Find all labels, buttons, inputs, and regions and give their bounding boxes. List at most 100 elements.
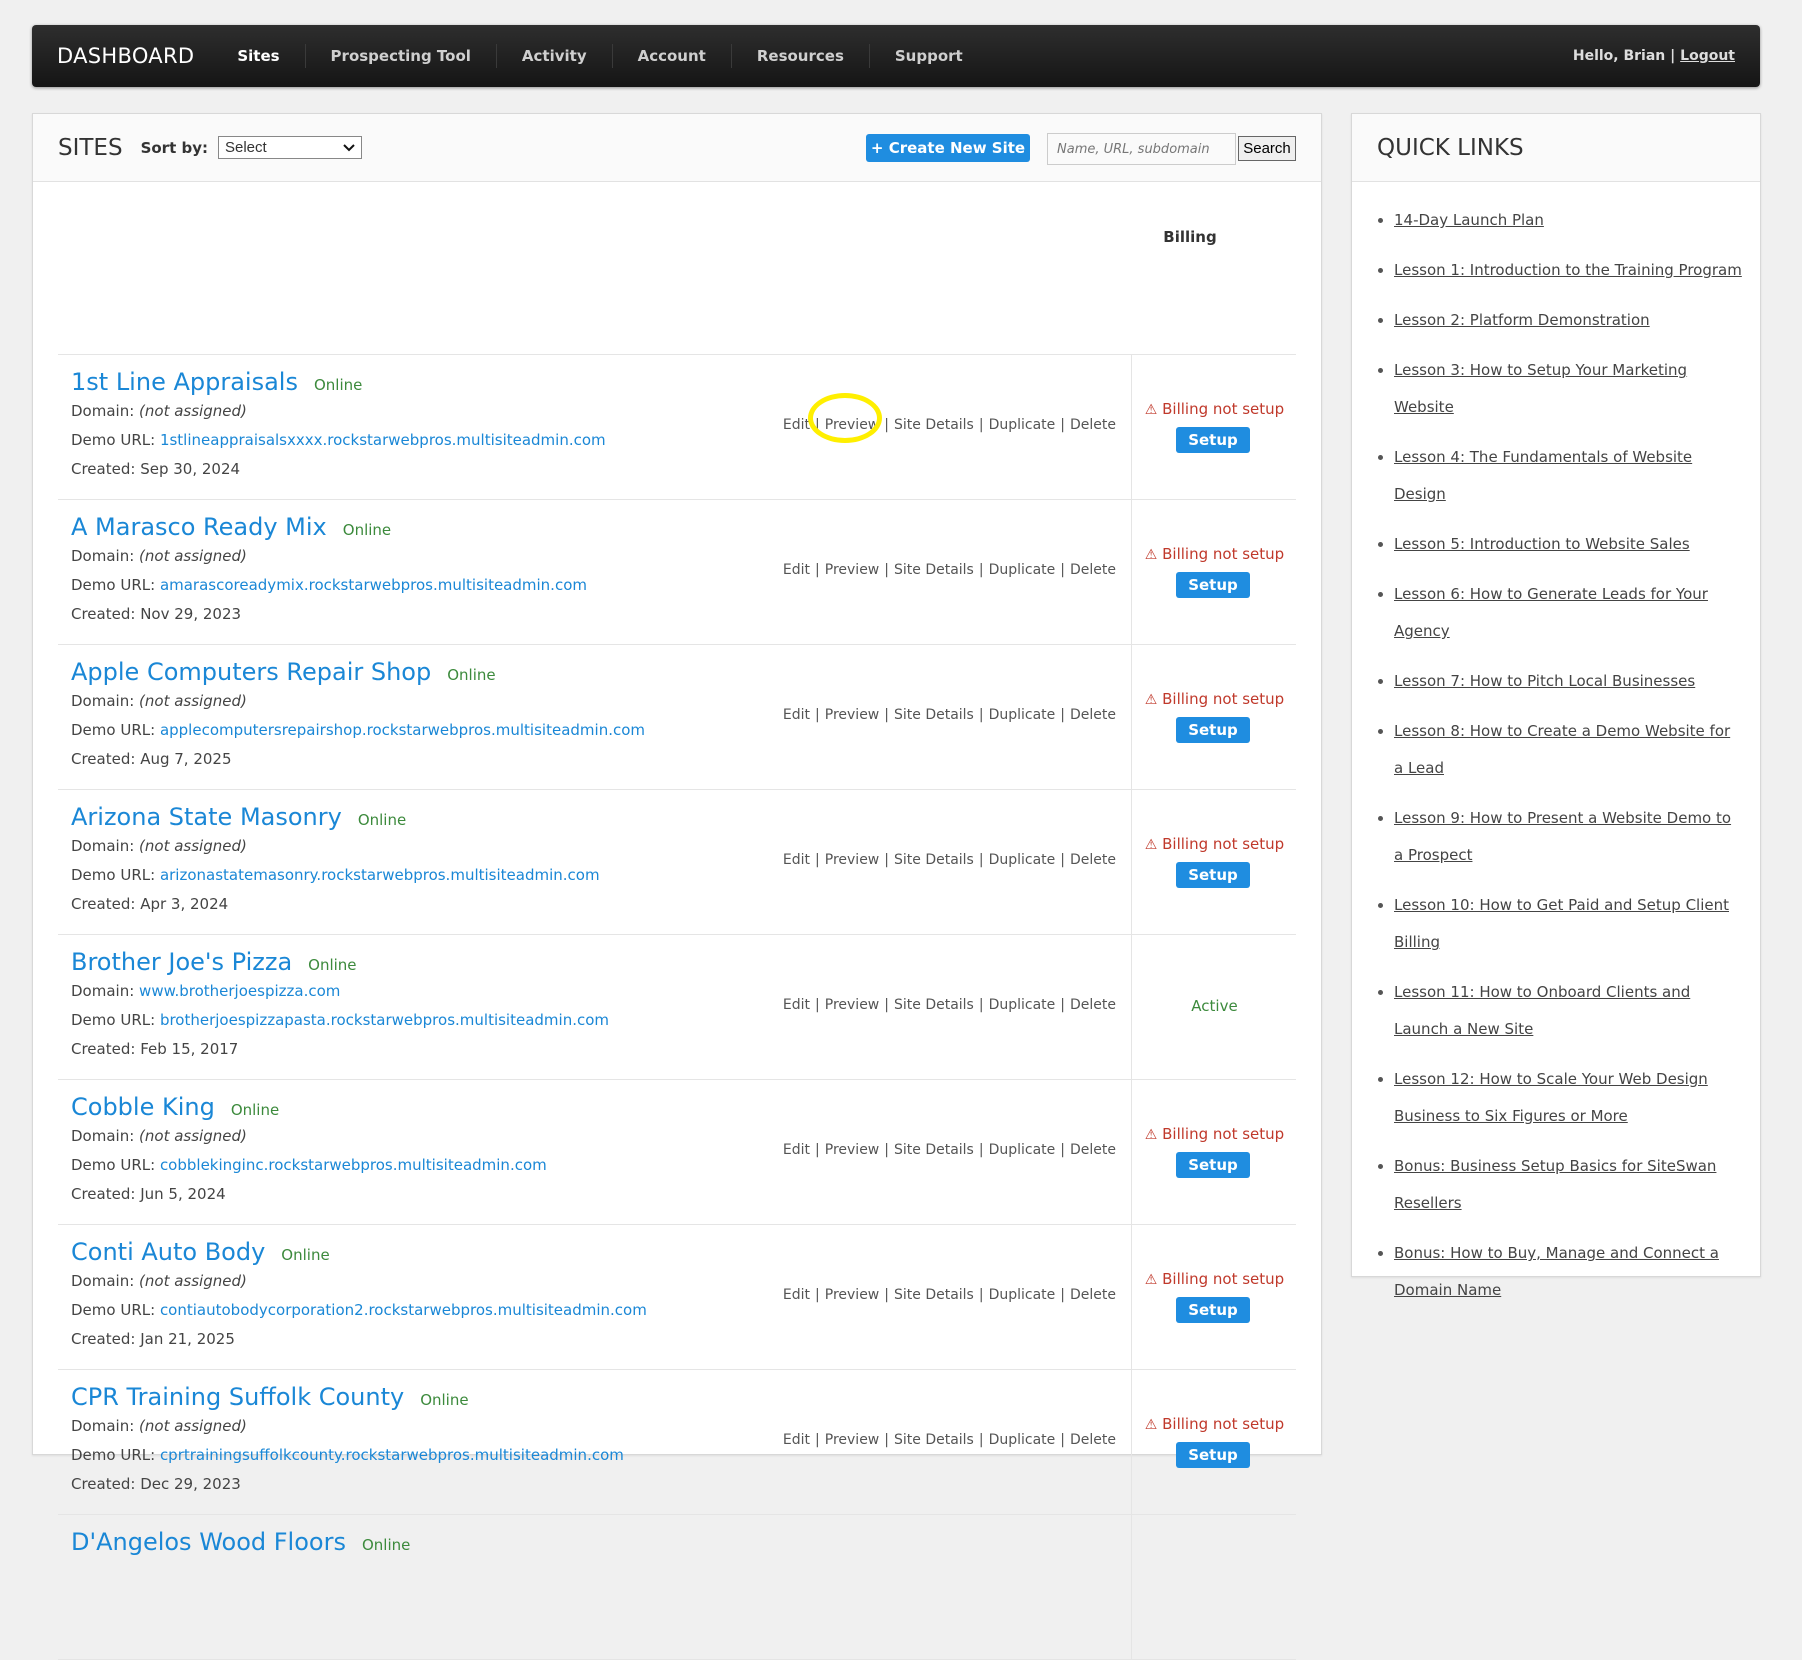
duplicate-link[interactable]: Duplicate bbox=[989, 852, 1056, 868]
duplicate-link[interactable]: Duplicate bbox=[989, 997, 1056, 1013]
delete-link[interactable]: Delete bbox=[1070, 852, 1116, 868]
quick-link[interactable]: Lesson 5: Introduction to Website Sales bbox=[1394, 535, 1690, 553]
site-name-link[interactable]: Brother Joe's Pizza bbox=[71, 948, 292, 976]
site-name-link[interactable]: Apple Computers Repair Shop bbox=[71, 658, 431, 686]
site-details-link[interactable]: Site Details bbox=[894, 852, 974, 868]
nav-activity[interactable]: Activity bbox=[497, 44, 613, 68]
preview-link[interactable]: Preview bbox=[825, 1432, 880, 1448]
quick-link[interactable]: Lesson 4: The Fundamentals of Website De… bbox=[1394, 448, 1692, 503]
quick-link[interactable]: Lesson 2: Platform Demonstration bbox=[1394, 311, 1650, 329]
duplicate-link[interactable]: Duplicate bbox=[989, 417, 1056, 433]
edit-link[interactable]: Edit bbox=[783, 1432, 810, 1448]
preview-link[interactable]: Preview bbox=[825, 562, 880, 578]
quick-link[interactable]: 14-Day Launch Plan bbox=[1394, 211, 1544, 229]
quick-link[interactable]: Lesson 12: How to Scale Your Web Design … bbox=[1394, 1070, 1708, 1125]
demo-url-link[interactable]: arizonastatemasonry.rockstarwebpros.mult… bbox=[160, 866, 600, 884]
preview-link[interactable]: Preview bbox=[825, 1287, 880, 1303]
delete-link[interactable]: Delete bbox=[1070, 1432, 1116, 1448]
setup-billing-button[interactable]: Setup bbox=[1176, 1297, 1250, 1323]
create-new-site-button[interactable]: + Create New Site bbox=[866, 134, 1030, 162]
domain-label: Domain: bbox=[71, 837, 135, 855]
preview-link[interactable]: Preview bbox=[825, 1142, 880, 1158]
logout-link[interactable]: Logout bbox=[1680, 48, 1735, 64]
demo-url-link[interactable]: applecomputersrepairshop.rockstarwebpros… bbox=[160, 721, 645, 739]
delete-link[interactable]: Delete bbox=[1070, 417, 1116, 433]
site-details-link[interactable]: Site Details bbox=[894, 707, 974, 723]
site-name-link[interactable]: CPR Training Suffolk County bbox=[71, 1383, 404, 1411]
edit-link[interactable]: Edit bbox=[783, 562, 810, 578]
demo-url-label: Demo URL: bbox=[71, 1011, 156, 1029]
site-details-link[interactable]: Site Details bbox=[894, 1432, 974, 1448]
sort-select[interactable]: Select bbox=[218, 136, 362, 159]
quick-link[interactable]: Lesson 1: Introduction to the Training P… bbox=[1394, 261, 1742, 279]
search-button[interactable]: Search bbox=[1238, 136, 1296, 161]
site-name-link[interactable]: Conti Auto Body bbox=[71, 1238, 265, 1266]
edit-link[interactable]: Edit bbox=[783, 1287, 810, 1303]
demo-url-link[interactable]: cobblekinginc.rockstarwebpros.multisitea… bbox=[160, 1156, 547, 1174]
demo-url-link[interactable]: brotherjoespizzapasta.rockstarwebpros.mu… bbox=[160, 1011, 609, 1029]
quick-link[interactable]: Lesson 3: How to Setup Your Marketing We… bbox=[1394, 361, 1687, 416]
duplicate-link[interactable]: Duplicate bbox=[989, 707, 1056, 723]
nav-prospecting-tool[interactable]: Prospecting Tool bbox=[306, 44, 497, 68]
duplicate-link[interactable]: Duplicate bbox=[989, 562, 1056, 578]
site-details-link[interactable]: Site Details bbox=[894, 562, 974, 578]
edit-link[interactable]: Edit bbox=[783, 707, 810, 723]
delete-link[interactable]: Delete bbox=[1070, 707, 1116, 723]
site-details-link[interactable]: Site Details bbox=[894, 417, 974, 433]
quick-link[interactable]: Lesson 6: How to Generate Leads for Your… bbox=[1394, 585, 1708, 640]
site-name-link[interactable]: D'Angelos Wood Floors bbox=[71, 1528, 346, 1556]
delete-link[interactable]: Delete bbox=[1070, 562, 1116, 578]
preview-link[interactable]: Preview bbox=[825, 997, 880, 1013]
setup-billing-button[interactable]: Setup bbox=[1176, 717, 1250, 743]
nav-sites[interactable]: Sites bbox=[212, 44, 306, 68]
demo-url-link[interactable]: contiautobodycorporation2.rockstarwebpro… bbox=[160, 1301, 647, 1319]
setup-billing-button[interactable]: Setup bbox=[1176, 1152, 1250, 1178]
demo-url-link[interactable]: amarascoreadymix.rockstarwebpros.multisi… bbox=[160, 576, 587, 594]
quick-link[interactable]: Lesson 11: How to Onboard Clients and La… bbox=[1394, 983, 1690, 1038]
setup-billing-button[interactable]: Setup bbox=[1176, 572, 1250, 598]
nav-support[interactable]: Support bbox=[870, 44, 988, 68]
delete-link[interactable]: Delete bbox=[1070, 1142, 1116, 1158]
demo-url-label: Demo URL: bbox=[71, 721, 156, 739]
duplicate-link[interactable]: Duplicate bbox=[989, 1432, 1056, 1448]
edit-link[interactable]: Edit bbox=[783, 997, 810, 1013]
site-domain-link[interactable]: www.brotherjoespizza.com bbox=[139, 982, 340, 1000]
quick-link[interactable]: Lesson 7: How to Pitch Local Businesses bbox=[1394, 672, 1695, 690]
search-input[interactable]: Name, URL, subdomain bbox=[1047, 133, 1236, 165]
quick-link[interactable]: Lesson 8: How to Create a Demo Website f… bbox=[1394, 722, 1730, 777]
site-domain-na: (not assigned) bbox=[139, 1272, 247, 1290]
site-name-link[interactable]: 1st Line Appraisals bbox=[71, 368, 298, 396]
demo-url-link[interactable]: 1stlineappraisalsxxxx.rockstarwebpros.mu… bbox=[160, 431, 606, 449]
delete-link[interactable]: Delete bbox=[1070, 997, 1116, 1013]
preview-link[interactable]: Preview bbox=[825, 707, 880, 723]
quick-link[interactable]: Lesson 9: How to Present a Website Demo … bbox=[1394, 809, 1731, 864]
setup-billing-button[interactable]: Setup bbox=[1176, 862, 1250, 888]
nav-account[interactable]: Account bbox=[613, 44, 732, 68]
brand-logo[interactable]: DASHBOARD bbox=[57, 44, 194, 68]
domain-label: Domain: bbox=[71, 1272, 135, 1290]
site-details-link[interactable]: Site Details bbox=[894, 1142, 974, 1158]
site-status: Online bbox=[281, 1246, 330, 1264]
quick-link-item: Lesson 2: Platform Demonstration bbox=[1394, 302, 1744, 339]
setup-billing-button[interactable]: Setup bbox=[1176, 427, 1250, 453]
quick-link[interactable]: Bonus: Business Setup Basics for SiteSwa… bbox=[1394, 1157, 1716, 1212]
demo-url-link[interactable]: cprtrainingsuffolkcounty.rockstarwebpros… bbox=[160, 1446, 624, 1464]
quick-link[interactable]: Lesson 10: How to Get Paid and Setup Cli… bbox=[1394, 896, 1729, 951]
preview-link[interactable]: Preview bbox=[825, 852, 880, 868]
duplicate-link[interactable]: Duplicate bbox=[989, 1142, 1056, 1158]
site-name-link[interactable]: Arizona State Masonry bbox=[71, 803, 342, 831]
site-details-link[interactable]: Site Details bbox=[894, 1287, 974, 1303]
edit-link[interactable]: Edit bbox=[783, 852, 810, 868]
site-name-link[interactable]: A Marasco Ready Mix bbox=[71, 513, 327, 541]
edit-link[interactable]: Edit bbox=[783, 1142, 810, 1158]
quick-link-item: Lesson 1: Introduction to the Training P… bbox=[1394, 252, 1744, 289]
site-name-link[interactable]: Cobble King bbox=[71, 1093, 215, 1121]
quick-link[interactable]: Bonus: How to Buy, Manage and Connect a … bbox=[1394, 1244, 1719, 1299]
duplicate-link[interactable]: Duplicate bbox=[989, 1287, 1056, 1303]
setup-billing-button[interactable]: Setup bbox=[1176, 1442, 1250, 1468]
nav-resources[interactable]: Resources bbox=[732, 44, 870, 68]
delete-link[interactable]: Delete bbox=[1070, 1287, 1116, 1303]
site-status: Online bbox=[308, 956, 357, 974]
site-details-link[interactable]: Site Details bbox=[894, 997, 974, 1013]
edit-link[interactable]: Edit bbox=[783, 417, 810, 433]
